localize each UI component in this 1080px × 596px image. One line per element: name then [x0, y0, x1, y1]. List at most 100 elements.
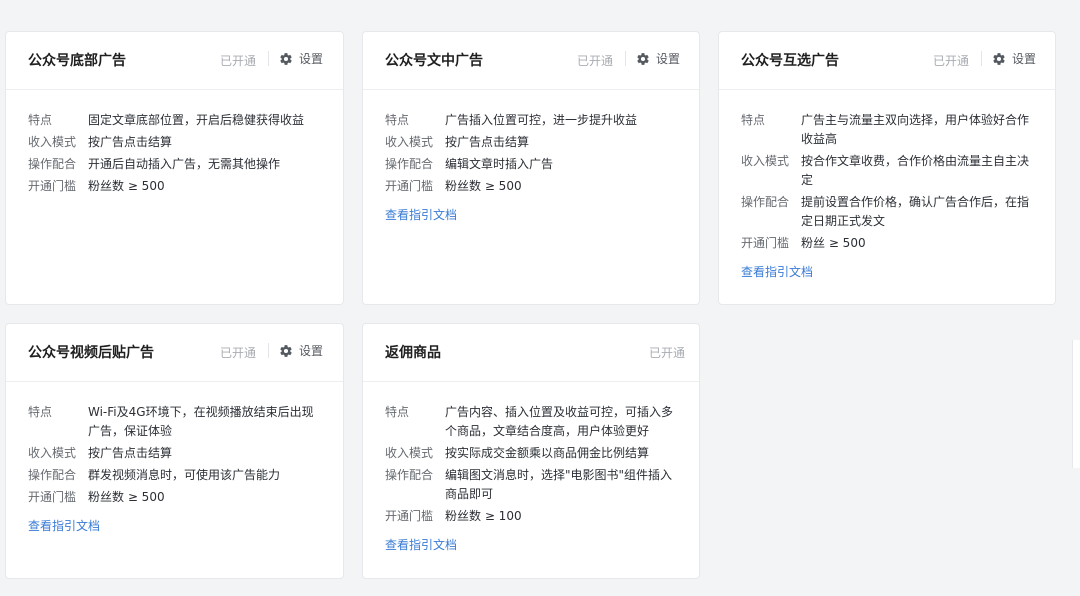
row-label: 开通门槛	[741, 236, 790, 250]
row-label: 开通门槛	[385, 509, 434, 523]
info-row: 收入模式 按广告点击结算	[28, 444, 343, 463]
card-body: 特点 广告内容、插入位置及收益可控，可插入多个商品，文章结合度高，用户体验更好 …	[363, 382, 699, 553]
card-video-post-roll-ad: 公众号视频后贴广告 已开通 设置 特点 Wi-Fi及4G环境下，在视频播放结束后…	[5, 323, 344, 579]
info-row: 开通门槛 粉丝数 ≥ 100	[385, 507, 699, 526]
row-value: 编辑文章时插入广告	[445, 157, 554, 171]
status-badge: 已开通	[933, 54, 970, 68]
card-title: 公众号互选广告	[741, 53, 839, 69]
guide-doc-link[interactable]: 查看指引文档	[385, 206, 457, 223]
info-row: 收入模式 按广告点击结算	[28, 133, 343, 152]
info-row: 特点 广告主与流量主双向选择，用户体验好合作收益高	[741, 111, 1055, 149]
row-label: 收入模式	[385, 446, 434, 460]
settings-button[interactable]: 设置	[279, 342, 323, 359]
row-value: 广告插入位置可控，进一步提升收益	[445, 113, 638, 127]
settings-button[interactable]: 设置	[636, 50, 680, 67]
header-divider	[268, 51, 269, 66]
settings-button[interactable]: 设置	[992, 50, 1036, 67]
status-badge: 已开通	[649, 346, 686, 360]
gear-icon	[280, 344, 292, 357]
card-in-article-ad: 公众号文中广告 已开通 设置 特点 广告插入位置可控，进一步提升收益 收入模式 …	[362, 31, 700, 305]
row-label: 收入模式	[28, 446, 77, 460]
settings-label: 设置	[656, 52, 681, 66]
info-row: 操作配合 提前设置合作价格，确认广告合作后，在指定日期正式发文	[741, 193, 1055, 231]
card-title: 返佣商品	[385, 345, 441, 361]
row-label: 操作配合	[385, 157, 434, 171]
row-label: 特点	[385, 405, 410, 419]
card-title: 公众号底部广告	[28, 53, 126, 69]
card-body: 特点 广告插入位置可控，进一步提升收益 收入模式 按广告点击结算 操作配合 编辑…	[363, 90, 699, 223]
settings-label: 设置	[299, 52, 324, 66]
info-row: 开通门槛 粉丝数 ≥ 500	[28, 488, 343, 507]
info-row: 操作配合 群发视频消息时，可使用该广告能力	[28, 466, 343, 485]
settings-label: 设置	[299, 344, 324, 358]
guide-doc-link[interactable]: 查看指引文档	[741, 263, 813, 280]
info-row: 开通门槛 粉丝数 ≥ 500	[385, 177, 699, 196]
info-row: 特点 Wi-Fi及4G环境下，在视频播放结束后出现广告，保证体验	[28, 403, 343, 441]
gear-icon	[993, 52, 1005, 65]
row-value: 提前设置合作价格，确认广告合作后，在指定日期正式发文	[801, 195, 1030, 228]
settings-label: 设置	[1012, 52, 1037, 66]
row-value: 按合作文章收费，合作价格由流量主自主决定	[801, 154, 1030, 187]
row-label: 开通门槛	[385, 179, 434, 193]
card-bottom-ad: 公众号底部广告 已开通 设置 特点 固定文章底部位置，开启后稳健获得收益 收入模…	[5, 31, 344, 305]
card-body: 特点 广告主与流量主双向选择，用户体验好合作收益高 收入模式 按合作文章收费，合…	[719, 90, 1055, 280]
header-divider	[268, 343, 269, 358]
header-divider	[981, 51, 982, 66]
row-label: 开通门槛	[28, 490, 77, 504]
row-label: 收入模式	[741, 154, 790, 168]
header-divider	[625, 51, 626, 66]
row-value: 粉丝 ≥ 500	[801, 236, 866, 250]
row-value: 粉丝数 ≥ 100	[445, 509, 522, 523]
info-row: 收入模式 按合作文章收费，合作价格由流量主自主决定	[741, 152, 1055, 190]
info-row: 特点 广告内容、插入位置及收益可控，可插入多个商品，文章结合度高，用户体验更好	[385, 403, 699, 441]
row-label: 特点	[741, 113, 766, 127]
row-label: 特点	[28, 405, 53, 419]
row-value: 按广告点击结算	[445, 135, 530, 149]
row-label: 特点	[28, 113, 53, 127]
row-value: 固定文章底部位置，开启后稳健获得收益	[88, 113, 305, 127]
card-header: 公众号视频后贴广告 已开通 设置	[6, 324, 343, 382]
info-row: 操作配合 编辑文章时插入广告	[385, 155, 699, 174]
info-row: 收入模式 按广告点击结算	[385, 133, 699, 152]
row-label: 开通门槛	[28, 179, 77, 193]
row-label: 收入模式	[385, 135, 434, 149]
row-value: 编辑图文消息时，选择"电影图书"组件插入商品即可	[445, 468, 673, 501]
row-value: Wi-Fi及4G环境下，在视频播放结束后出现广告，保证体验	[88, 405, 314, 438]
info-row: 特点 固定文章底部位置，开启后稳健获得收益	[28, 111, 343, 130]
info-row: 开通门槛 粉丝数 ≥ 500	[28, 177, 343, 196]
row-label: 特点	[385, 113, 410, 127]
row-value: 按广告点击结算	[88, 135, 173, 149]
row-value: 广告主与流量主双向选择，用户体验好合作收益高	[801, 113, 1030, 146]
row-value: 按实际成交金额乘以商品佣金比例结算	[445, 446, 650, 460]
info-row: 操作配合 开通后自动插入广告，无需其他操作	[28, 155, 343, 174]
row-label: 收入模式	[28, 135, 77, 149]
card-mutual-select-ad: 公众号互选广告 已开通 设置 特点 广告主与流量主双向选择，用户体验好合作收益高…	[718, 31, 1056, 305]
row-value: 按广告点击结算	[88, 446, 173, 460]
status-badge: 已开通	[220, 346, 257, 360]
row-value: 粉丝数 ≥ 500	[88, 490, 165, 504]
card-header: 返佣商品 已开通	[363, 324, 699, 382]
side-panel-edge	[1072, 340, 1080, 468]
card-title: 公众号视频后贴广告	[28, 345, 154, 361]
row-value: 广告内容、插入位置及收益可控，可插入多个商品，文章结合度高，用户体验更好	[445, 405, 674, 438]
settings-button[interactable]: 设置	[279, 50, 323, 67]
row-value: 群发视频消息时，可使用该广告能力	[88, 468, 281, 482]
guide-doc-link[interactable]: 查看指引文档	[28, 517, 100, 534]
row-label: 操作配合	[385, 468, 434, 482]
card-body: 特点 Wi-Fi及4G环境下，在视频播放结束后出现广告，保证体验 收入模式 按广…	[6, 382, 343, 534]
row-value: 开通后自动插入广告，无需其他操作	[88, 157, 281, 171]
info-row: 操作配合 编辑图文消息时，选择"电影图书"组件插入商品即可	[385, 466, 699, 504]
card-body: 特点 固定文章底部位置，开启后稳健获得收益 收入模式 按广告点击结算 操作配合 …	[6, 90, 343, 196]
card-header: 公众号互选广告 已开通 设置	[719, 32, 1055, 90]
info-row: 特点 广告插入位置可控，进一步提升收益	[385, 111, 699, 130]
gear-icon	[637, 52, 649, 65]
row-value: 粉丝数 ≥ 500	[88, 179, 165, 193]
card-header: 公众号文中广告 已开通 设置	[363, 32, 699, 90]
info-row: 开通门槛 粉丝 ≥ 500	[741, 234, 1055, 253]
info-row: 收入模式 按实际成交金额乘以商品佣金比例结算	[385, 444, 699, 463]
gear-icon	[280, 52, 292, 65]
row-label: 操作配合	[741, 195, 790, 209]
status-badge: 已开通	[220, 54, 257, 68]
guide-doc-link[interactable]: 查看指引文档	[385, 536, 457, 553]
row-label: 操作配合	[28, 157, 77, 171]
